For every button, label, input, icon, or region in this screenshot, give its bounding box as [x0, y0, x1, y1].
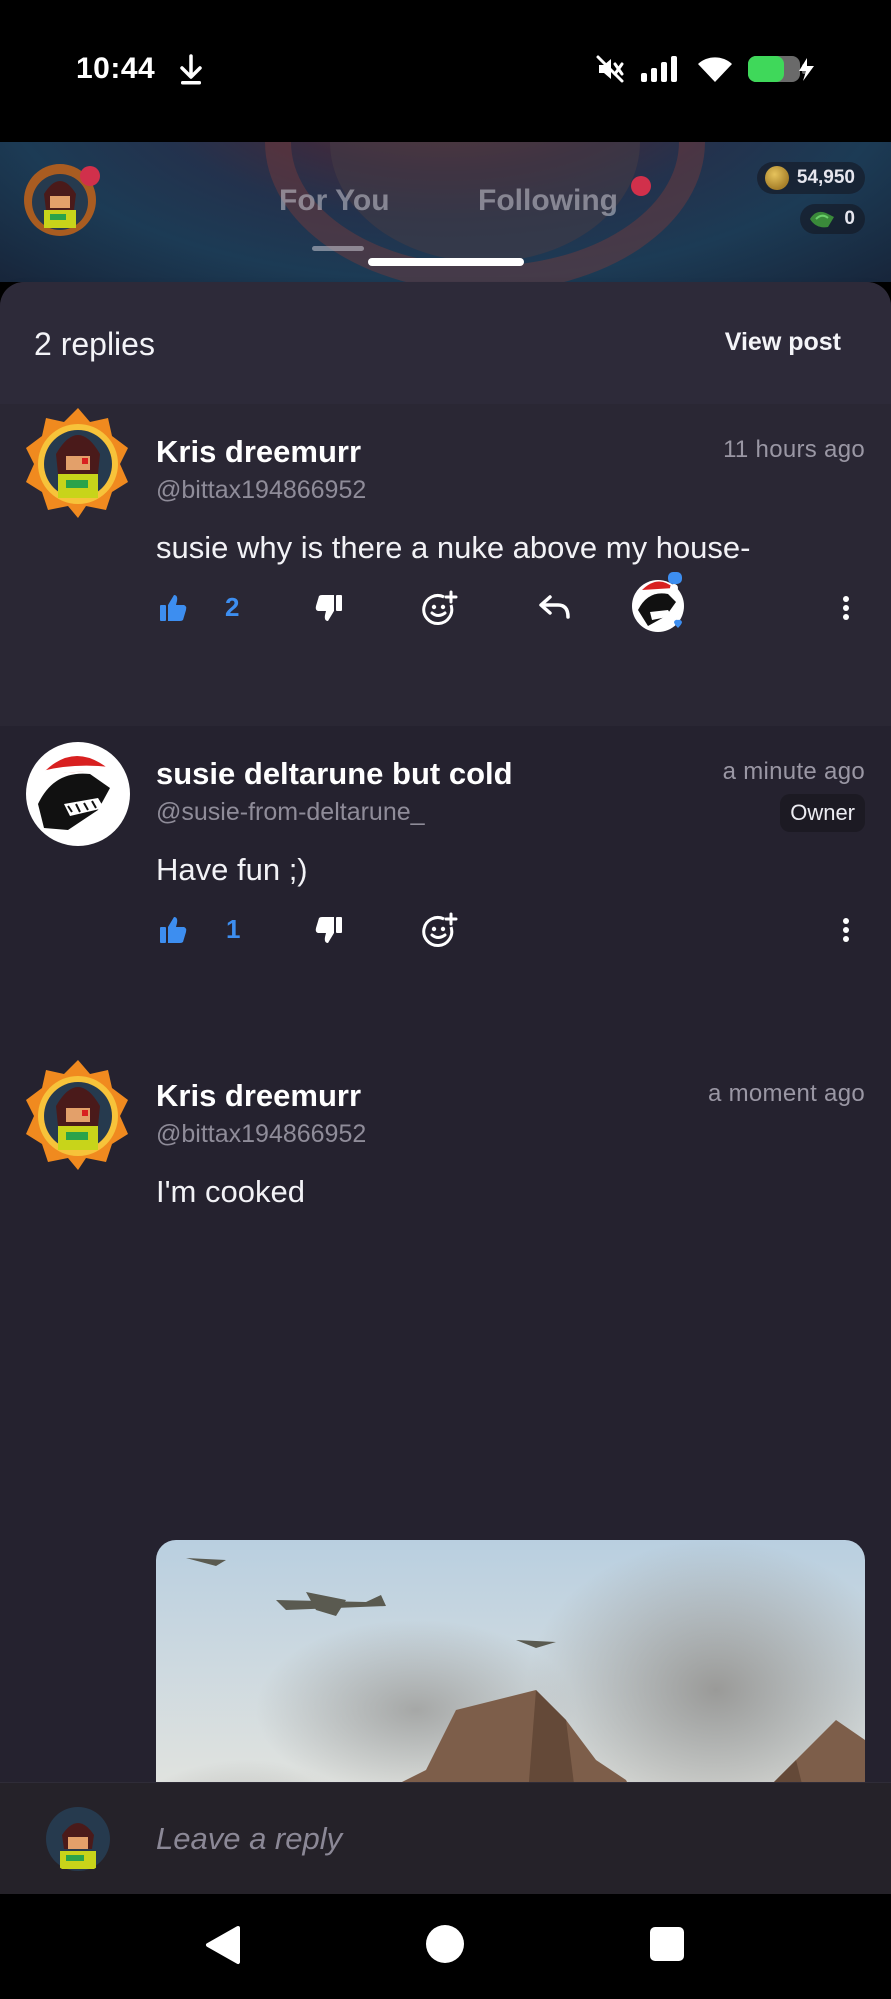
top-header: For You Following 54,950 0: [0, 142, 891, 282]
comment-handle: @susie-from-deltarune_: [156, 798, 425, 826]
more-icon[interactable]: [840, 578, 852, 638]
more-icon[interactable]: [840, 900, 852, 960]
like-count: 1: [226, 914, 241, 944]
comment-time: a minute ago: [722, 758, 865, 785]
replies-sheet: 2 replies View post Kris dreemurr @bitta…: [0, 282, 891, 1999]
status-time: 10:44: [76, 52, 156, 85]
back-icon[interactable]: [204, 1924, 242, 1971]
comment-actions: 1: [0, 900, 891, 960]
reply-icon[interactable]: [538, 578, 572, 638]
wifi-icon: [697, 55, 733, 88]
status-bar: 10:44: [0, 0, 891, 142]
comment-author[interactable]: Kris dreemurr: [156, 1078, 361, 1114]
comment-item: Kris dreemurr @bittax194866952 a moment …: [0, 1046, 891, 1999]
like-count: 2: [225, 592, 240, 622]
coin-icon: [764, 166, 789, 190]
tab-indicator: [312, 246, 364, 251]
comment-avatar[interactable]: [20, 404, 136, 520]
comment-actions: 2: [0, 572, 891, 638]
comment-item: Kris dreemurr @bittax194866952 11 hours …: [0, 404, 891, 726]
reaction-avatar[interactable]: [628, 572, 692, 636]
add-reaction-icon[interactable]: [422, 900, 458, 960]
mute-icon: [595, 54, 625, 89]
battery-icon: [747, 54, 817, 89]
reply-bar: Leave a reply: [0, 1782, 891, 1894]
comment-text: I'm cooked: [156, 1174, 305, 1209]
add-reaction-icon[interactable]: [422, 578, 458, 638]
system-nav-bar: [0, 1894, 891, 1999]
thumbs-down-icon[interactable]: [314, 578, 344, 638]
sheet-drag-handle[interactable]: [368, 258, 524, 266]
status-icons: [595, 54, 817, 89]
notification-dot: [80, 166, 100, 186]
comment-item: susie deltarune but cold @susie-from-del…: [0, 726, 891, 1046]
download-icon: [178, 54, 204, 91]
following-notification-dot: [631, 176, 651, 196]
coin-balance[interactable]: 54,950: [756, 162, 865, 194]
gem-icon: [810, 211, 835, 228]
sheet-header: 2 replies View post: [0, 282, 891, 404]
comment-author[interactable]: susie deltarune but cold: [156, 756, 513, 792]
comment-handle: @bittax194866952: [156, 1120, 367, 1148]
tab-for-you[interactable]: For You: [279, 184, 390, 218]
comment-time: 11 hours ago: [723, 436, 865, 463]
thumbs-up-icon[interactable]: [158, 900, 188, 960]
view-post-button[interactable]: View post: [725, 328, 841, 357]
comment-handle: @bittax194866952: [156, 476, 367, 504]
comment-author[interactable]: Kris dreemurr: [156, 434, 361, 470]
comment-time: a moment ago: [707, 1080, 865, 1107]
reply-input[interactable]: Leave a reply: [156, 1821, 342, 1857]
thumbs-down-icon[interactable]: [314, 900, 344, 960]
reply-avatar: [46, 1807, 110, 1871]
home-icon[interactable]: [425, 1924, 465, 1969]
recents-icon[interactable]: [649, 1926, 685, 1967]
thumbs-up-icon[interactable]: [158, 578, 188, 638]
coin-count: 54,950: [796, 167, 855, 188]
comment-avatar[interactable]: [20, 1056, 136, 1172]
owner-badge: Owner: [780, 794, 865, 832]
comment-text: susie why is there a nuke above my house…: [156, 530, 751, 565]
tab-following[interactable]: Following: [478, 184, 618, 218]
signal-icon: [639, 55, 683, 88]
gem-balance[interactable]: 0: [800, 204, 865, 234]
replies-count: 2 replies: [34, 326, 155, 362]
comment-text: Have fun ;): [156, 852, 308, 887]
gem-count: 0: [844, 208, 855, 229]
comment-avatar[interactable]: [24, 740, 132, 848]
